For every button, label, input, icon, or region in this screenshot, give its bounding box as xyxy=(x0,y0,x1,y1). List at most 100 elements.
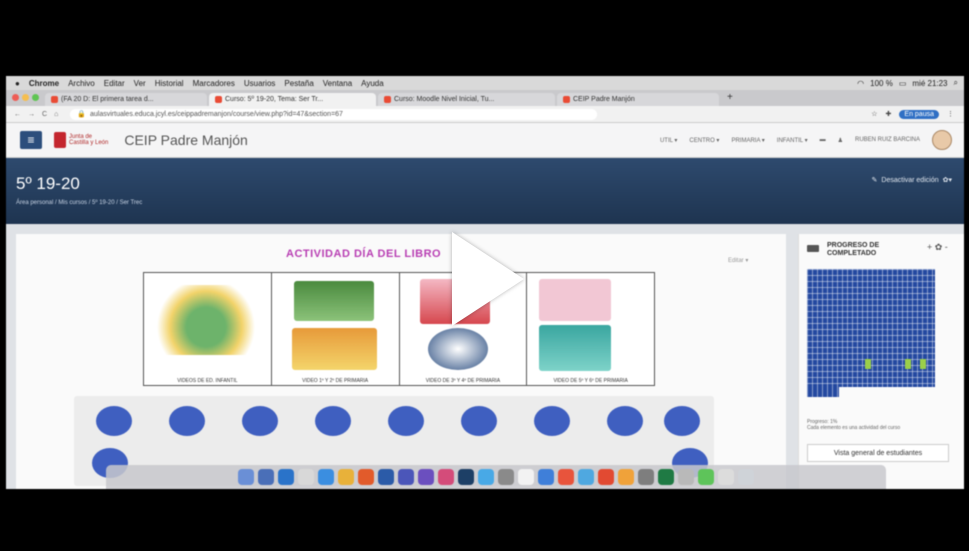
nav-menu-item: PRIMARIA ▾ xyxy=(731,137,765,144)
hamburger-icon: ≡ xyxy=(20,131,42,149)
menu-item: Historial xyxy=(154,78,184,88)
page-title: 5º 19-20 xyxy=(16,174,80,193)
extension-icon: ✚ xyxy=(885,111,892,118)
infantil-illustration xyxy=(156,285,256,355)
nav-menu-item: UTIL ▾ xyxy=(659,137,678,144)
site-name: CEIP Padre Manjón xyxy=(124,132,248,148)
outlook-icon xyxy=(278,469,294,485)
play-icon[interactable] xyxy=(452,232,524,326)
progress-block: PROGRESO DE COMPLETADO + ✿ - Progreso: 1… xyxy=(798,234,964,489)
progress-cell-complete xyxy=(920,359,926,369)
menu-item: Ventana xyxy=(322,78,353,88)
favicon-icon xyxy=(563,96,570,103)
moodle-navbar: ≡ Junta de Castilla y León CEIP Padre Man… xyxy=(6,123,964,158)
new-tab-icon: + xyxy=(727,92,733,103)
progress-grid-tail xyxy=(807,387,839,397)
messages-icon: ▬ xyxy=(819,137,826,143)
tab-label: (FA 20 D: El primera tarea d... xyxy=(61,96,154,103)
circle-button xyxy=(461,406,497,436)
video-caption: VÍDEO 1º Y 2º DE PRIMARIA xyxy=(302,378,369,384)
video-grid: VÍDEOS DE ED. INFANTIL VÍDEO 1º Y 2º DE … xyxy=(143,272,655,386)
app-icon xyxy=(598,469,614,485)
progress-cell-complete xyxy=(905,359,911,369)
circle-button xyxy=(534,406,570,436)
activity-title: ACTIVIDAD DÍA DEL LIBRO xyxy=(286,248,442,260)
browser-tab-active: Curso: 5º 19-20, Tema: Ser Tr... xyxy=(209,93,376,106)
circle-button xyxy=(242,406,278,436)
forward-icon: → xyxy=(28,110,35,118)
nav-menu-item: CENTRO ▾ xyxy=(689,137,720,144)
circle-button xyxy=(169,406,205,436)
edit-link: Editar ▾ xyxy=(728,258,749,264)
maximize-icon xyxy=(32,94,39,101)
notification-icon: ♟ xyxy=(837,137,843,144)
menu-item: Marcadores xyxy=(192,78,235,88)
app-icon xyxy=(618,469,634,485)
trash-icon xyxy=(738,469,754,485)
greeting-illustration xyxy=(539,279,612,321)
menu-item: Editar xyxy=(103,78,125,88)
minimize-icon xyxy=(22,94,29,101)
gear-icon: ✿▾ xyxy=(942,177,952,184)
app-icon xyxy=(258,469,274,485)
grid-cell-5-6: VÍDEO DE 5º Y 6º DE PRIMARIA xyxy=(527,273,654,385)
book-illustration xyxy=(291,328,377,370)
course-content: ACTIVIDAD DÍA DEL LIBRO Editar ▾ VÍDEOS … xyxy=(16,234,786,489)
app-icon xyxy=(438,469,454,485)
globe-illustration xyxy=(427,328,488,370)
progress-summary: Progreso: 1% Cada elemento es una activid… xyxy=(807,419,937,431)
video-caption: VÍDEO DE 5º Y 6º DE PRIMARIA xyxy=(553,378,628,384)
shield-icon xyxy=(54,132,66,148)
app-icon xyxy=(678,469,694,485)
logo-text: Castilla y León xyxy=(69,140,109,146)
url-field: 🔒 aulasvirtuales.educa.jcyl.es/ceippadrem… xyxy=(70,108,598,120)
block-controls: + ✿ - xyxy=(927,242,948,252)
tab-label: CEIP Padre Manjón xyxy=(573,96,635,103)
reading-illustration xyxy=(539,325,612,371)
video-frame[interactable]: ● Chrome Archivo Editar Ver Historial Ma… xyxy=(0,0,969,551)
menu-item: Chrome xyxy=(28,78,60,88)
circle-button xyxy=(315,406,351,436)
close-icon xyxy=(12,94,19,101)
pencil-icon: ✎ xyxy=(871,177,878,184)
favicon-icon xyxy=(384,96,391,103)
junta-logo: Junta de Castilla y León xyxy=(54,132,108,148)
course-header: 5º 19-20 Área personal / Mis cursos / 5º… xyxy=(6,158,964,224)
app-icon xyxy=(718,469,734,485)
firefox-icon xyxy=(358,469,374,485)
grid-cell-infantil: VÍDEOS DE ED. INFANTIL xyxy=(144,273,272,385)
circle-button xyxy=(607,406,643,436)
favicon-icon xyxy=(51,96,58,103)
url-text: aulasvirtuales.educa.jcyl.es/ceippadrema… xyxy=(90,110,343,118)
tab-label: Curso: 5º 19-20, Tema: Ser Tr... xyxy=(225,96,324,103)
mac-dock xyxy=(106,465,886,489)
app-icon xyxy=(418,469,434,485)
chrome-icon xyxy=(338,469,354,485)
app-icon xyxy=(298,469,314,485)
teams-icon xyxy=(398,469,414,485)
castle-illustration xyxy=(293,281,374,321)
app-icon xyxy=(478,469,494,485)
progress-grid xyxy=(807,269,935,387)
star-icon: ☆ xyxy=(871,111,878,118)
menu-item: Usuarios xyxy=(243,78,276,88)
nav-menus: UTIL ▾ CENTRO ▾ PRIMARIA ▾ INFANTIL ▾ ▬ … xyxy=(660,130,952,150)
edit-toggle: ✎ Desactivar edición ✿▾ xyxy=(871,176,952,185)
address-bar: ← → C ⌂ 🔒 aulasvirtuales.educa.jcyl.es/ce… xyxy=(6,106,964,123)
clock: mié 21:23 xyxy=(912,78,948,88)
reload-icon: C xyxy=(42,110,48,118)
apple-icon: ● xyxy=(15,78,20,88)
battery-icon: ▭ xyxy=(898,78,907,88)
menu-item: Ver xyxy=(133,78,146,88)
tab-label: Curso: Moodle Nivel Inicial, Tu... xyxy=(394,96,495,103)
menu-item: Archivo xyxy=(68,78,95,88)
app-icon xyxy=(498,469,514,485)
lock-icon: 🔒 xyxy=(77,111,87,118)
progress-block-icon xyxy=(807,245,819,252)
app-icon xyxy=(538,469,554,485)
user-name: RUBEN RUIZ BARCINA xyxy=(854,137,920,143)
app-icon xyxy=(638,469,654,485)
mac-menubar: ● Chrome Archivo Editar Ver Historial Ma… xyxy=(6,76,964,90)
window-controls xyxy=(12,94,39,101)
profile-pill: En pausa xyxy=(899,109,939,119)
